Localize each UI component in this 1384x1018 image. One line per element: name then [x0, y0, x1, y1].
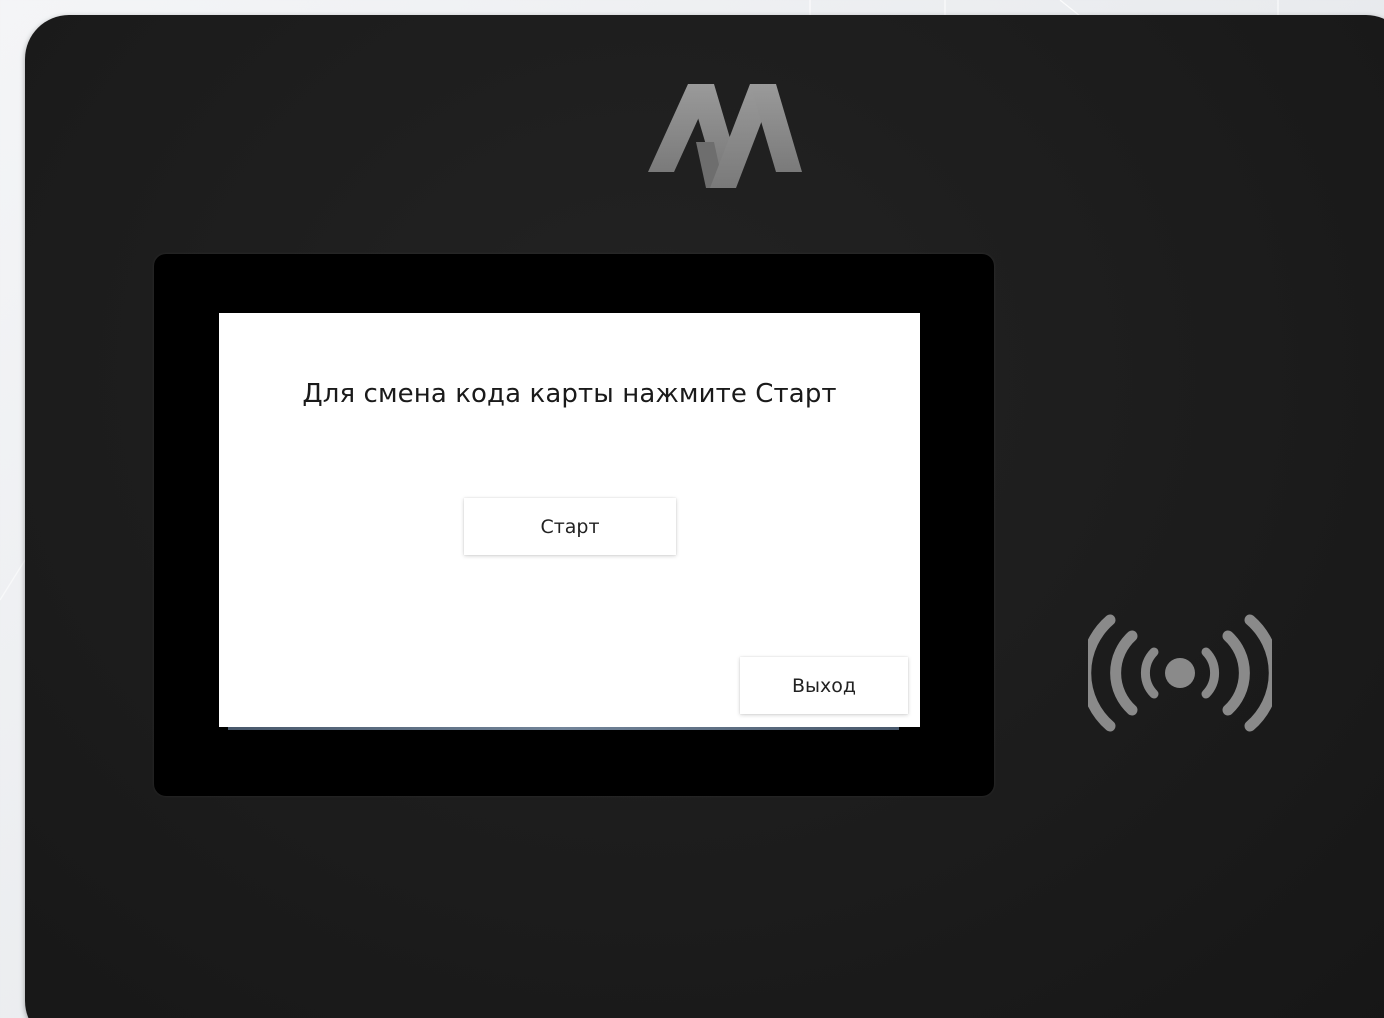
instruction-text: Для смена кода карты нажмите Старт	[302, 379, 837, 409]
exit-button[interactable]: Выход	[740, 657, 908, 714]
brand-logo-icon	[648, 84, 802, 188]
start-button[interactable]: Старт	[464, 498, 676, 555]
contactless-reader-icon	[1088, 614, 1272, 732]
touch-screen: Для смена кода карты нажмите Старт Старт…	[219, 313, 920, 727]
screen-edge-glare	[228, 727, 899, 730]
